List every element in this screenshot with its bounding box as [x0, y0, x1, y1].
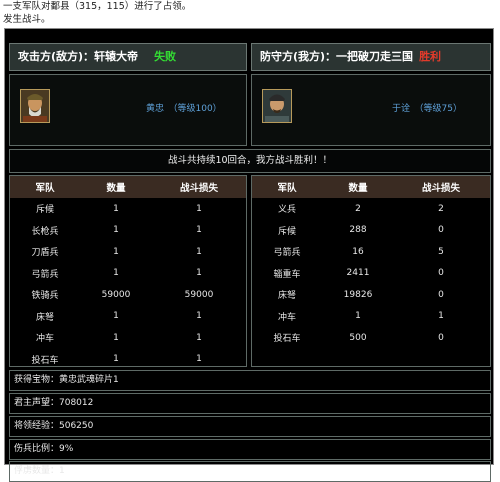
troop-count: 1	[113, 354, 119, 365]
attacker-result: 失败	[154, 50, 177, 63]
table-header: 军队 数量 战斗损失	[252, 176, 490, 198]
table-row: 弓箭兵 16 5	[252, 241, 490, 263]
col-header-count: 数量	[106, 183, 126, 194]
troop-name: 长枪兵	[31, 226, 59, 237]
table-row: 辎重车 2411 0	[252, 263, 490, 285]
info-prisoners: 俘虏数量：1	[9, 461, 491, 482]
battle-report-panel: 攻击方(敌方)：轩辕大帝 失败 防守方(我方)：一把破刀走三国 胜利 黄忠 （等级1…	[4, 28, 494, 482]
col-header-troop: 军队	[35, 183, 55, 194]
troop-loss: 1	[438, 311, 444, 322]
table-row: 铁骑兵 59000 59000	[10, 284, 246, 306]
table-row: 斥候 1 1	[10, 198, 246, 220]
troop-loss: 2	[438, 203, 444, 214]
col-header-troop: 军队	[277, 183, 297, 194]
table-row: 投石车 500 0	[252, 327, 490, 349]
info-wounded-ratio: 伤兵比例：9%	[9, 439, 491, 460]
troop-count: 1	[355, 311, 361, 322]
troop-loss: 1	[196, 268, 202, 279]
troop-name: 斥候	[35, 205, 54, 216]
troop-name: 投石车	[31, 355, 59, 366]
troop-loss: 5	[438, 246, 444, 257]
troop-name: 弓箭兵	[31, 269, 59, 280]
message-line-2: 发生战斗。	[3, 14, 51, 25]
troop-count: 59000	[101, 289, 131, 300]
attacker-header: 攻击方(敌方)：轩辕大帝 失败	[9, 43, 247, 71]
table-row: 义兵 2 2	[252, 198, 490, 220]
troop-name: 斥候	[277, 226, 296, 237]
attacker-general-box: 黄忠 （等级100）	[9, 74, 247, 146]
troop-loss: 1	[196, 203, 202, 214]
troop-name: 刀盾兵	[31, 248, 59, 259]
attacker-general-portrait	[20, 89, 50, 123]
troop-loss: 1	[196, 311, 202, 322]
table-row: 投石车 1 1	[10, 349, 246, 371]
troop-count: 16	[352, 246, 364, 257]
troop-name: 辎重车	[273, 269, 301, 280]
table-row: 冲车 1 1	[10, 327, 246, 349]
troop-name: 铁骑兵	[31, 291, 59, 302]
info-treasure: 获得宝物：黄忠武魂碎片1	[9, 370, 491, 391]
troop-loss: 0	[438, 268, 444, 279]
troop-count: 1	[113, 203, 119, 214]
troop-loss: 1	[196, 332, 202, 343]
table-row: 冲车 1 1	[252, 306, 490, 328]
attacker-troop-table: 军队 数量 战斗损失 斥候 1 1 长枪兵 1 1 刀盾兵 1 1 弓箭兵 1 1 铁骑兵 590…	[9, 175, 247, 367]
table-row: 弓箭兵 1 1	[10, 263, 246, 285]
troop-count: 1	[113, 225, 119, 236]
troop-loss: 0	[438, 225, 444, 236]
defender-title: 防守方(我方)：一把破刀走三国	[260, 50, 414, 63]
defender-general-portrait	[262, 89, 292, 123]
troop-loss: 1	[196, 246, 202, 257]
attacker-title: 攻击方(敌方)：轩辕大帝	[18, 50, 139, 63]
defender-result: 胜利	[419, 50, 442, 63]
troop-loss: 59000	[184, 289, 214, 300]
troop-count: 2	[355, 203, 361, 214]
defender-header: 防守方(我方)：一把破刀走三国 胜利	[251, 43, 491, 71]
troop-name: 弓箭兵	[273, 248, 301, 259]
table-row: 斥候 288 0	[252, 220, 490, 242]
attacker-general-name[interactable]: 黄忠 （等级100）	[146, 101, 222, 114]
troop-count: 19826	[343, 289, 373, 300]
defender-general-box: 于诠 （等级75）	[251, 74, 491, 146]
col-header-count: 数量	[348, 183, 368, 194]
col-header-loss: 战斗损失	[179, 183, 218, 194]
battle-summary: 战斗共持续10回合，我方战斗胜利！！	[9, 149, 491, 173]
troop-name: 投石车	[273, 334, 301, 345]
table-row: 刀盾兵 1 1	[10, 241, 246, 263]
troop-count: 500	[349, 332, 367, 343]
defender-troop-table: 军队 数量 战斗损失 义兵 2 2 斥候 288 0 弓箭兵 16 5 辎重车 2411 0 床…	[251, 175, 491, 367]
defender-general-name[interactable]: 于诠 （等级75）	[392, 101, 462, 114]
troop-count: 1	[113, 268, 119, 279]
troop-name: 冲车	[35, 334, 54, 345]
troop-count: 1	[113, 246, 119, 257]
table-row: 床弩 1 1	[10, 306, 246, 328]
troop-loss: 1	[196, 354, 202, 365]
table-row: 床弩 19826 0	[252, 284, 490, 306]
troop-name: 床弩	[35, 312, 54, 323]
troop-count: 1	[113, 311, 119, 322]
troop-name: 义兵	[277, 205, 296, 216]
troop-name: 床弩	[277, 291, 296, 302]
troop-count: 2411	[346, 268, 370, 279]
table-row: 长枪兵 1 1	[10, 220, 246, 242]
troop-name: 冲车	[277, 312, 296, 323]
info-prestige: 君主声望：708012	[9, 393, 491, 414]
info-general-exp: 将领经验：506250	[9, 416, 491, 437]
troop-count: 1	[113, 332, 119, 343]
col-header-loss: 战斗损失	[421, 183, 460, 194]
troop-loss: 0	[438, 332, 444, 343]
troop-count: 288	[349, 225, 367, 236]
troop-loss: 0	[438, 289, 444, 300]
troop-loss: 1	[196, 225, 202, 236]
message-line-1: 一支军队对鄱县（315，115）进行了占领。	[3, 1, 192, 12]
table-header: 军队 数量 战斗损失	[10, 176, 246, 198]
